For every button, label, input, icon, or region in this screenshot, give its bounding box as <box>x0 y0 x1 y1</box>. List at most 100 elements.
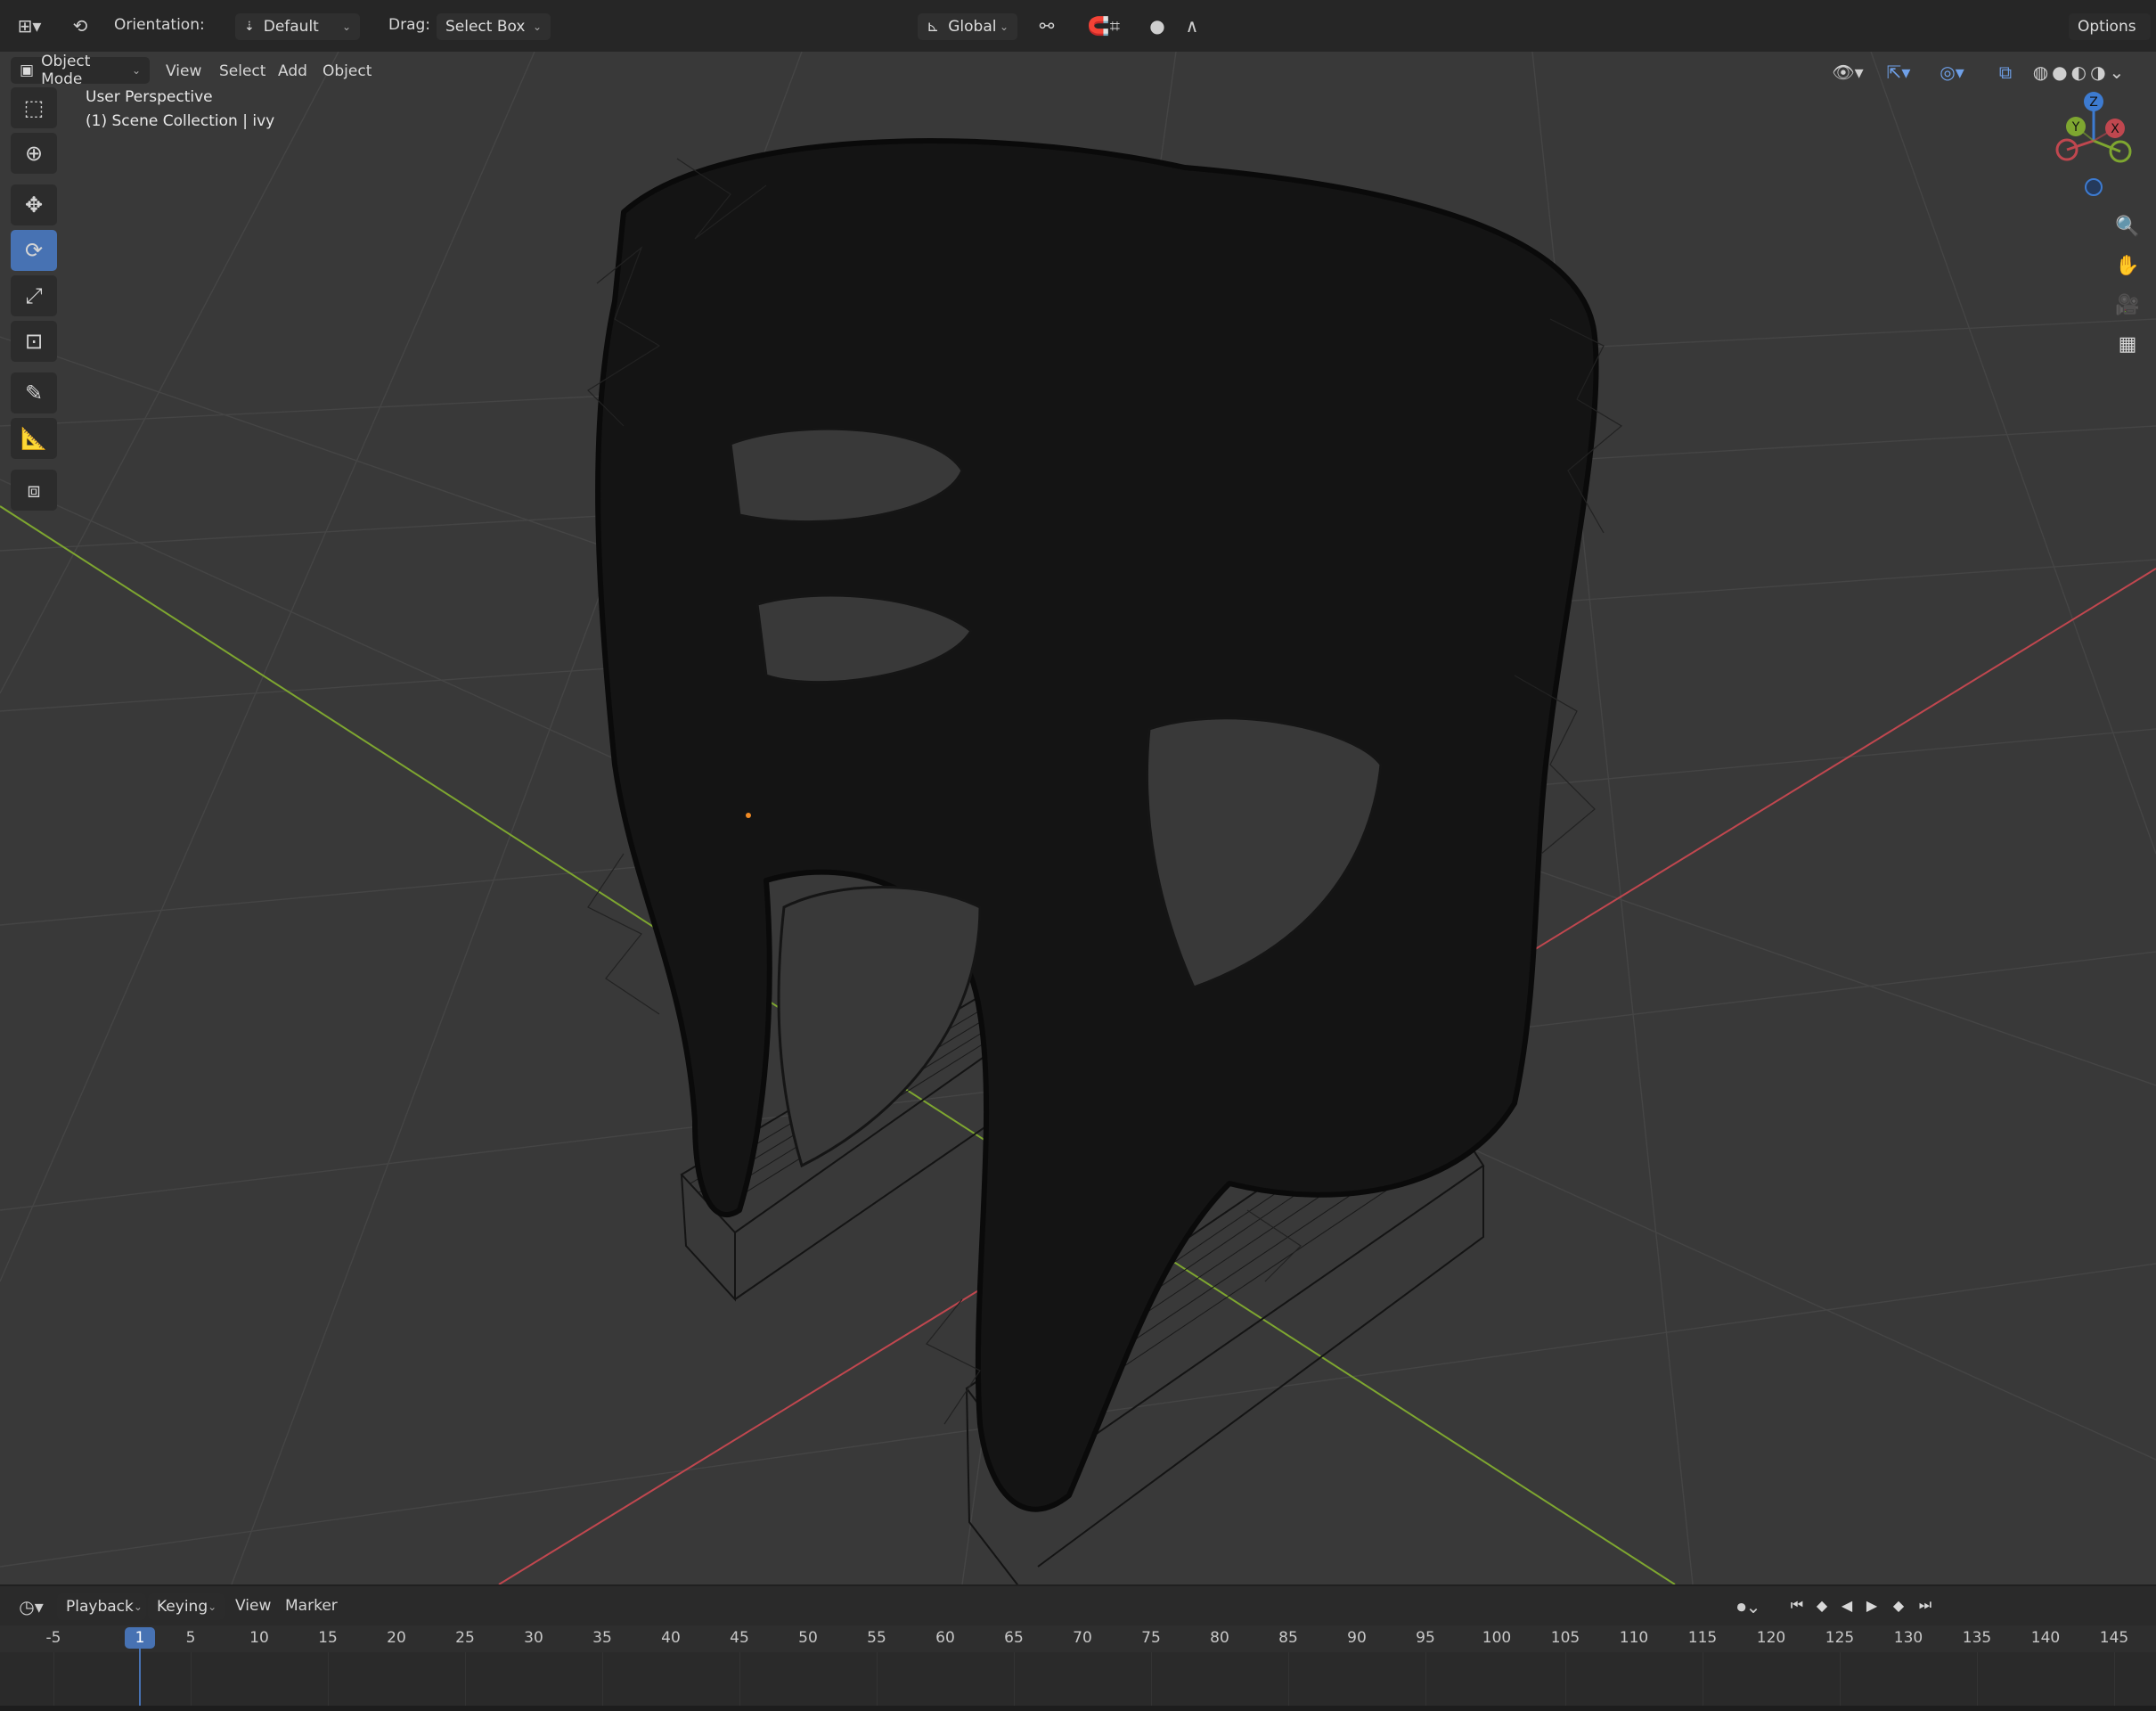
keying-label: Keying <box>157 1598 208 1616</box>
object-mode-icon: ▣ <box>20 61 35 79</box>
3d-viewport[interactable]: ▣ Object Mode ⌄ View Select Add Object 👁… <box>0 52 2156 1584</box>
proportional-edit-icon[interactable]: ● <box>1144 12 1171 39</box>
timeline-ruler[interactable]: -5 0 5 10 15 20 25 30 35 40 45 50 55 60 … <box>0 1625 2156 1652</box>
chevron-down-icon: ⌄ <box>999 20 1009 33</box>
tick-label: 75 <box>1141 1629 1161 1647</box>
pivot-point-icon[interactable]: ⚯ <box>1026 12 1067 39</box>
drag-dropdown[interactable]: Select Box ⌄ <box>437 13 551 40</box>
tick-label: 140 <box>2030 1629 2061 1647</box>
orientation-label: Orientation: <box>114 16 205 34</box>
tick-label: 125 <box>1825 1629 1855 1647</box>
menu-object[interactable]: Object <box>323 52 372 91</box>
prev-keyframe-icon[interactable]: ◆ <box>1810 1593 1833 1617</box>
chevron-down-icon: ⌄ <box>341 20 351 33</box>
rotate-icon[interactable]: ⟳ <box>11 230 57 271</box>
snap-icon[interactable]: 🧲⌗ <box>1073 12 1135 39</box>
tick-label: 100 <box>1482 1629 1512 1647</box>
menu-add[interactable]: Add <box>278 52 307 91</box>
tick-label: 105 <box>1550 1629 1580 1647</box>
overlays-icon[interactable]: ◎▾ <box>1930 59 1974 86</box>
tick-label: 130 <box>1893 1629 1923 1647</box>
shading-modes-icon[interactable]: ◍●◐◑⌄ <box>2022 59 2138 86</box>
clock-icon[interactable]: ◷▾ <box>11 1593 52 1620</box>
playback-menu[interactable]: Playback ⌄ <box>57 1593 146 1620</box>
navigation-gizmo[interactable]: Z X Y <box>2040 87 2147 203</box>
perspective-label: User Perspective <box>86 88 213 106</box>
tick-label: 15 <box>318 1629 338 1647</box>
falloff-icon[interactable]: ∧ <box>1174 12 1210 39</box>
tick-label: 30 <box>524 1629 543 1647</box>
playback-label: Playback <box>66 1598 134 1616</box>
viewport-info: User Perspective (1) Scene Collection | … <box>86 86 274 134</box>
transform-orientation-dropdown[interactable]: ⊾ Global ⌄ <box>918 13 1017 40</box>
tick-label: -5 <box>45 1629 61 1647</box>
tick-label: 35 <box>592 1629 612 1647</box>
timeline-menu-marker[interactable]: Marker <box>285 1586 338 1625</box>
tick-label: 70 <box>1073 1629 1092 1647</box>
current-frame-indicator[interactable]: 1 <box>125 1627 155 1649</box>
add-cube-icon[interactable]: ⧈ <box>11 470 57 511</box>
grid-perspective-icon[interactable]: ▦ <box>2110 326 2145 362</box>
options-dropdown[interactable]: Options <box>2069 13 2151 40</box>
orientation-icon: ⇣ <box>244 20 255 34</box>
drag-value: Select Box <box>445 18 526 36</box>
x-axis-label: X <box>2111 122 2119 136</box>
pan-hand-icon[interactable]: ✋ <box>2110 248 2145 283</box>
play-icon[interactable]: ▶ <box>1860 1593 1883 1617</box>
global-axes-icon: ⊾ <box>927 18 940 36</box>
transform-space-value: Global <box>948 18 997 36</box>
tick-label: 120 <box>1756 1629 1786 1647</box>
playhead-line[interactable] <box>139 1649 141 1706</box>
orientation-value: Default <box>263 18 319 36</box>
drag-label: Drag: <box>388 16 431 34</box>
tick-label: 135 <box>1962 1629 1992 1647</box>
mode-dropdown[interactable]: ▣ Object Mode ⌄ <box>11 53 150 88</box>
camera-icon[interactable]: 🎥 <box>2110 287 2145 323</box>
jump-end-icon[interactable]: ⏭ <box>1914 1593 1937 1617</box>
move-icon[interactable]: ✥ <box>11 184 57 225</box>
viewport-scene <box>0 52 2156 1584</box>
editor-type-icon[interactable]: ⊞▾ <box>9 12 50 39</box>
jump-start-icon[interactable]: ⏮ <box>1785 1593 1809 1617</box>
mode-value: Object Mode <box>41 53 91 88</box>
tick-label: 50 <box>798 1629 818 1647</box>
tick-label: 145 <box>2099 1629 2129 1647</box>
tick-label: 40 <box>661 1629 681 1647</box>
transform-icon[interactable]: ⊡ <box>11 321 57 362</box>
cursor-icon[interactable]: ⊕ <box>11 133 57 174</box>
play-reverse-icon[interactable]: ◀ <box>1835 1593 1858 1617</box>
tick-label: 5 <box>185 1629 196 1647</box>
chevron-down-icon: ⌄ <box>131 64 141 77</box>
xray-icon[interactable]: ⧉ <box>1992 59 2019 86</box>
tool-settings-header: ⊞▾ ⟲ Orientation: ⇣ Default ⌄ Drag: Sele… <box>0 0 2156 53</box>
tick-label: 85 <box>1278 1629 1298 1647</box>
zoom-icon[interactable]: 🔍 <box>2110 209 2145 244</box>
tick-label: 60 <box>935 1629 955 1647</box>
neg-z-handle[interactable] <box>2085 178 2103 196</box>
ivy-wireframe-mass <box>595 138 1599 1512</box>
chevron-down-icon: ⌄ <box>532 20 542 33</box>
tick-label: 20 <box>387 1629 406 1647</box>
tick-label: 55 <box>867 1629 886 1647</box>
scale-icon[interactable]: ⤢ <box>11 275 57 316</box>
tick-label: 45 <box>730 1629 749 1647</box>
transform-pivot-icon[interactable]: ⟲ <box>62 12 98 39</box>
tick-label: 90 <box>1347 1629 1367 1647</box>
tick-label: 10 <box>249 1629 269 1647</box>
chevron-down-icon: ⌄ <box>208 1600 217 1613</box>
visibility-icon[interactable]: 👁▾ <box>1828 59 1867 86</box>
timeline-body[interactable] <box>0 1652 2156 1706</box>
gizmo-toggle-icon[interactable]: ⇱▾ <box>1876 59 1921 86</box>
annotate-icon[interactable]: ✎ <box>11 372 57 413</box>
keying-menu[interactable]: Keying ⌄ <box>148 1593 225 1620</box>
measure-icon[interactable]: 📐 <box>11 418 57 459</box>
record-icon[interactable]: ⏺⌄ <box>1728 1593 1769 1620</box>
orientation-dropdown[interactable]: ⇣ Default ⌄ <box>235 13 360 40</box>
timeline-menu-view[interactable]: View <box>235 1586 271 1625</box>
tick-label: 80 <box>1210 1629 1229 1647</box>
next-keyframe-icon[interactable]: ◆ <box>1887 1593 1910 1617</box>
tool-shelf: ⬚ ⊕ ✥ ⟳ ⤢ ⊡ ✎ 📐 ⧈ <box>11 87 61 515</box>
tick-label: 115 <box>1687 1629 1718 1647</box>
collection-label: (1) Scene Collection | ivy <box>86 112 275 130</box>
select-box-icon[interactable]: ⬚ <box>11 87 57 128</box>
